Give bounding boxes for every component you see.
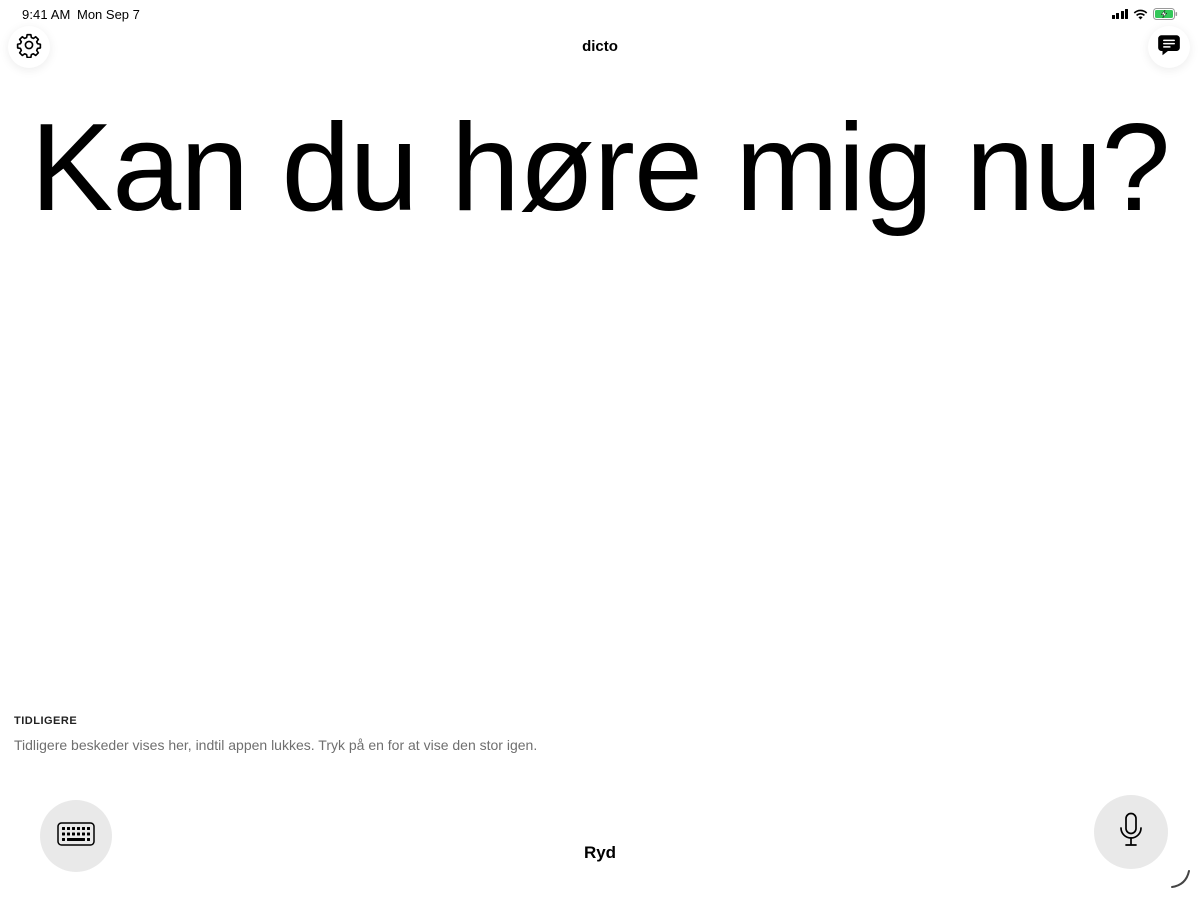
status-time: 9:41 AM	[22, 7, 71, 22]
microphone-button[interactable]	[1094, 795, 1168, 869]
messages-button[interactable]	[1148, 26, 1190, 68]
status-date: Mon Sep 7	[77, 7, 140, 22]
keyboard-icon	[57, 821, 95, 851]
current-message: Kan du høre mig nu?	[30, 99, 1170, 237]
status-bar: 9:41 AM Mon Sep 7	[0, 0, 1200, 28]
keyboard-button[interactable]	[40, 800, 112, 872]
battery-charging-icon	[1153, 8, 1178, 20]
status-indicators	[1111, 8, 1179, 20]
app-screen: 9:41 AM Mon Sep 7 dicto Kan du høre mig …	[0, 0, 1200, 900]
microphone-icon	[1118, 812, 1144, 853]
clear-button[interactable]: Ryd	[560, 843, 640, 863]
history-hint: Tidligere beskeder vises her, indtil app…	[14, 737, 538, 753]
message-bubble-icon	[1156, 32, 1182, 63]
wifi-icon	[1133, 9, 1148, 20]
corner-resize-handle-icon[interactable]	[1170, 867, 1192, 894]
cellular-signal-icon	[1111, 9, 1128, 19]
history-section: TIDLIGERE Tidligere beskeder vises her, …	[14, 715, 1186, 753]
history-heading: TIDLIGERE	[14, 715, 78, 727]
app-title: dicto	[582, 38, 618, 55]
